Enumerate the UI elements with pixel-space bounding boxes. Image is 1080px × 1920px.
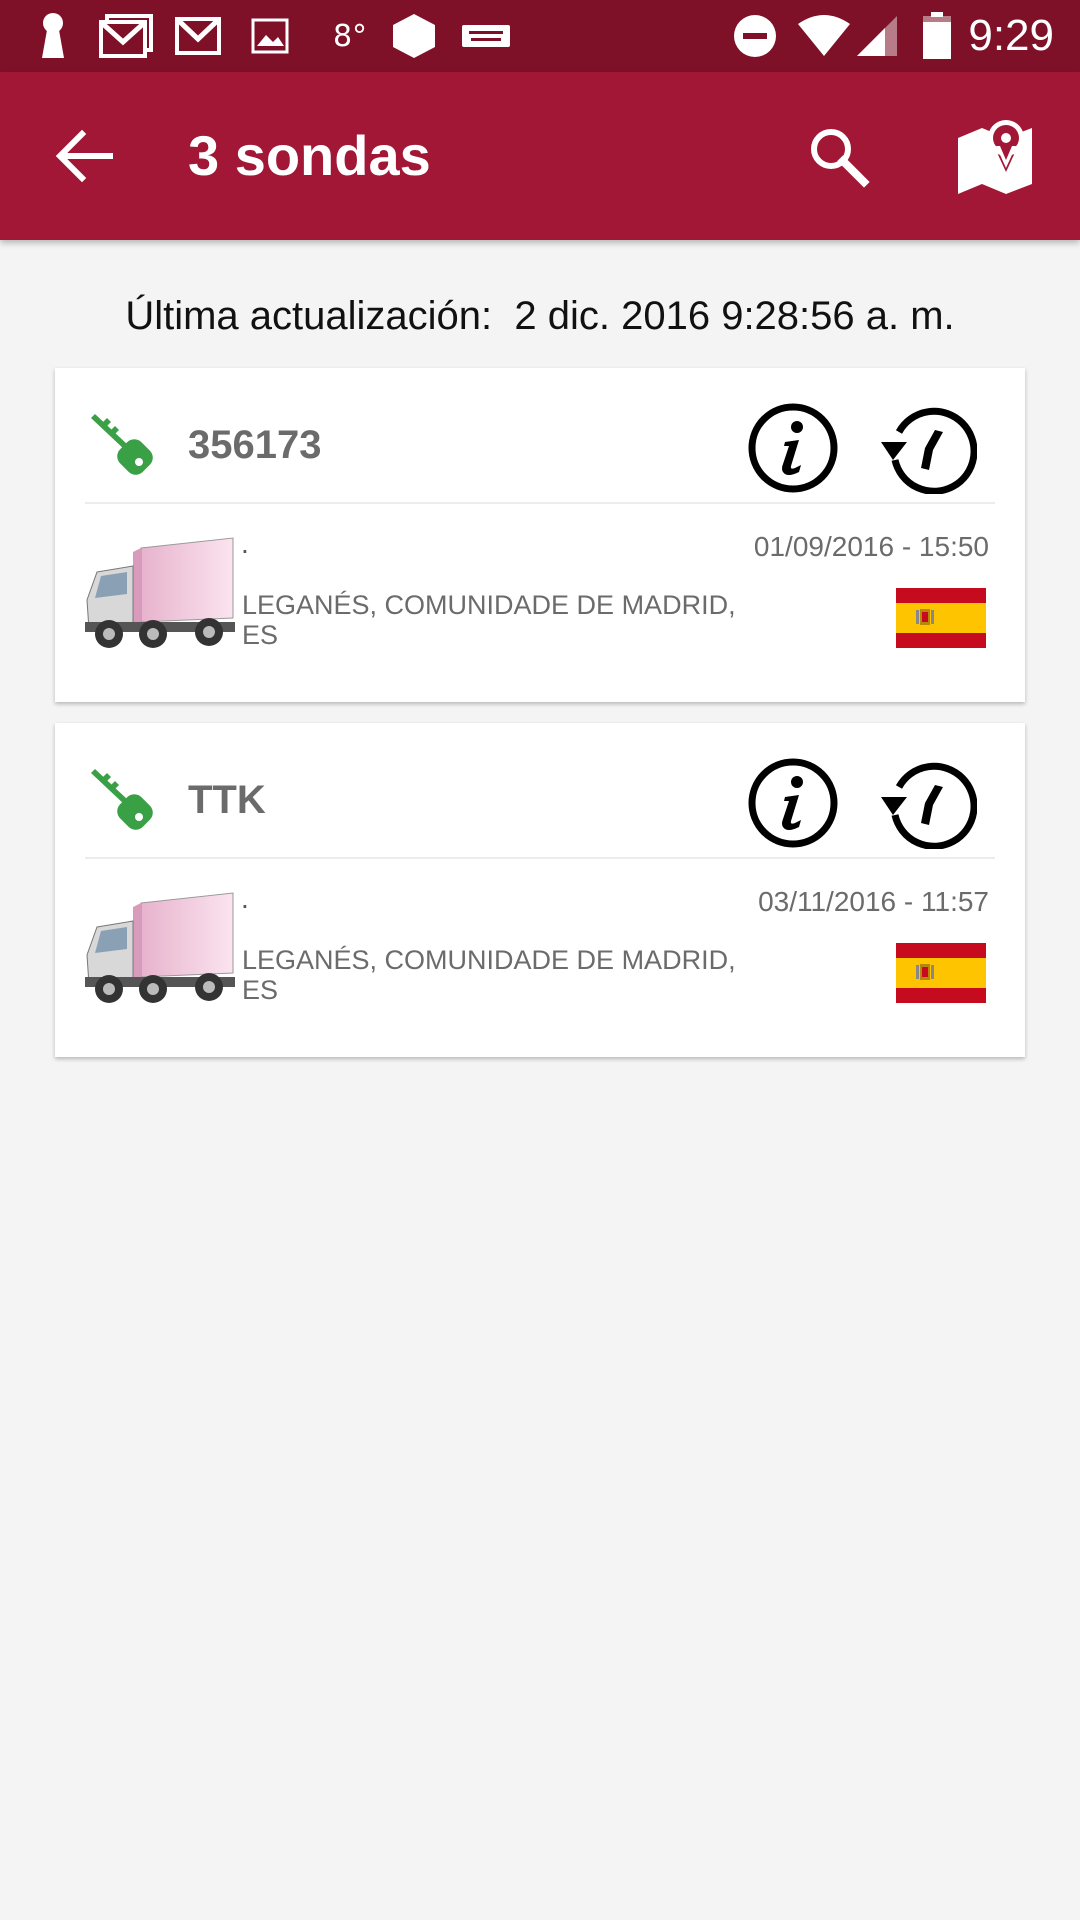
probe-card[interactable]: 356173 . LEGANÉS, COMUNIDADE DE MADRID, … xyxy=(55,368,1025,702)
map-marker-icon xyxy=(958,120,1032,194)
key-icon xyxy=(91,414,153,475)
probe-name: TTK xyxy=(188,778,266,822)
keyhole-icon xyxy=(36,12,70,60)
page-title: 3 sondas xyxy=(188,124,431,187)
history-button[interactable] xyxy=(877,402,978,495)
timestamp: 03/11/2016 - 11:57 xyxy=(758,886,989,917)
history-icon xyxy=(881,762,978,850)
last-update-label: Última actualización: xyxy=(125,294,493,338)
history-button[interactable] xyxy=(877,757,978,850)
info-icon xyxy=(748,403,838,493)
gmail-icon xyxy=(174,12,222,60)
address: LEGANÉS, COMUNIDADE DE MADRID, ES xyxy=(242,945,736,1005)
info-button[interactable] xyxy=(747,402,839,494)
address: LEGANÉS, COMUNIDADE DE MADRID, ES xyxy=(242,590,736,650)
widget-icon xyxy=(460,12,512,60)
hexagon-icon xyxy=(390,12,438,60)
back-button[interactable] xyxy=(50,122,118,190)
spain-flag-icon xyxy=(896,588,986,648)
battery-icon xyxy=(920,12,954,60)
last-update-value: 2 dic. 2016 9:28:56 a. m. xyxy=(514,294,955,338)
last-update: Última actualización: 2 dic. 2016 9:28:5… xyxy=(0,288,1080,344)
history-icon xyxy=(881,407,978,495)
divider xyxy=(85,502,995,504)
wifi-icon xyxy=(796,12,852,60)
search-button[interactable] xyxy=(806,124,870,188)
truck-icon xyxy=(85,892,235,1003)
do-not-disturb-icon xyxy=(732,12,778,60)
arrow-left-icon xyxy=(55,129,113,183)
timestamp: 01/09/2016 - 15:50 xyxy=(753,531,989,562)
probe-name: 356173 xyxy=(188,423,322,467)
map-button[interactable] xyxy=(954,116,1038,196)
app-bar: 3 sondas xyxy=(0,72,1080,240)
probe-card[interactable]: TTK . LEGANÉS, COMUNIDADE DE MADRID, ES … xyxy=(55,723,1025,1057)
info-icon xyxy=(748,758,838,848)
gmail-icon xyxy=(98,12,154,60)
signal-icon xyxy=(854,12,900,60)
location-label: . xyxy=(241,883,249,914)
key-icon xyxy=(91,769,153,830)
info-button[interactable] xyxy=(747,757,839,849)
spain-flag-icon xyxy=(896,943,986,1003)
truck-icon xyxy=(85,537,235,648)
temperature-text: 8° xyxy=(332,18,368,54)
search-icon xyxy=(811,129,870,188)
status-bar: 8° 9:29 xyxy=(0,0,1080,72)
clock: 9:29 xyxy=(968,11,1054,60)
divider xyxy=(85,857,995,859)
image-icon xyxy=(250,12,290,60)
location-label: . xyxy=(241,528,249,559)
